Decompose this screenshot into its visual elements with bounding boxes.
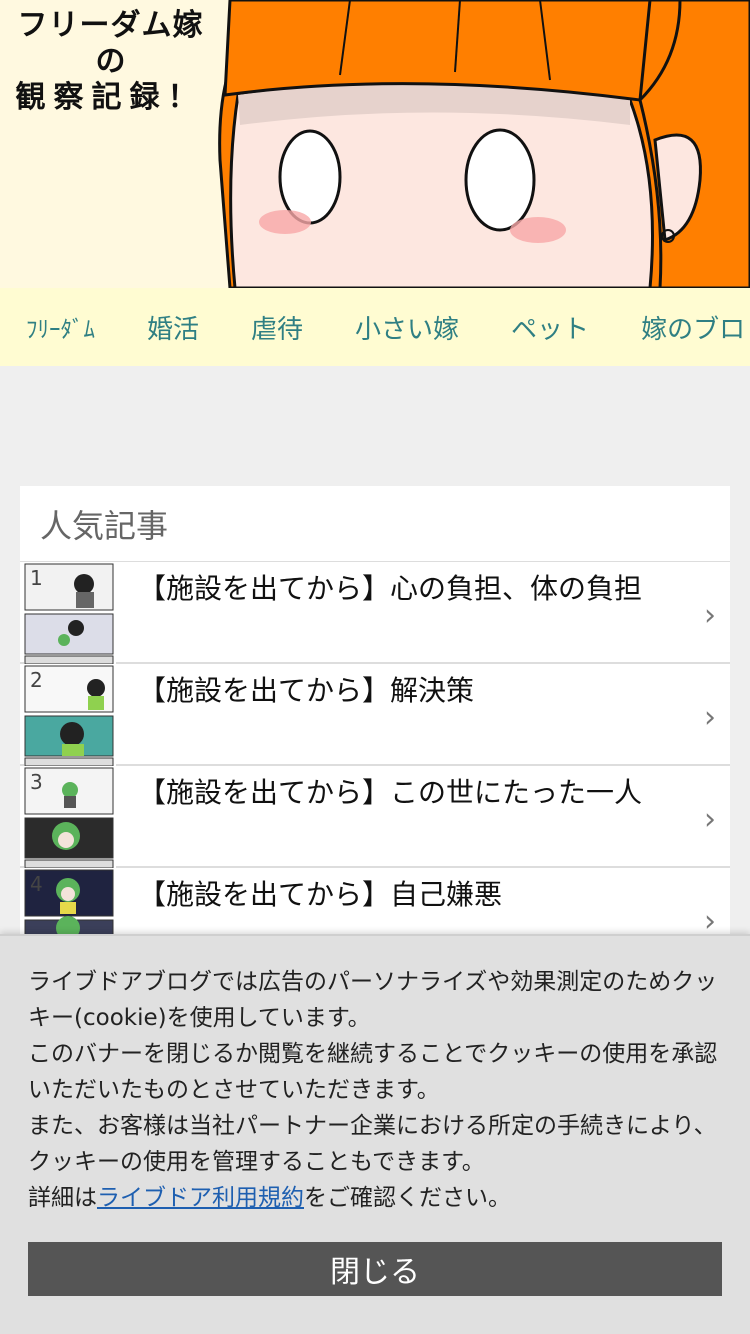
chevron-right-icon: › — [704, 598, 716, 633]
cookie-detail-prefix: 詳細は — [28, 1185, 97, 1211]
blog-title-line2: の — [95, 44, 126, 79]
article-thumbnail: 2 — [24, 664, 116, 766]
blog-header[interactable]: フリーダム嫁 の 観察記録！ — [0, 0, 750, 288]
cookie-message: ライブドアブログでは広告のパーソナライズや効果測定のためクッキー(cookie)… — [28, 964, 728, 1216]
close-button[interactable]: 閉じる — [28, 1242, 722, 1296]
rank-number: 1 — [30, 566, 43, 590]
blog-title-line1: フリーダム嫁 — [17, 8, 204, 43]
rank-number: 2 — [30, 668, 43, 692]
terms-link[interactable]: ライブドア利用規約 — [97, 1185, 304, 1211]
cookie-detail: 詳細はライブドア利用規約をご確認ください。 — [28, 1180, 728, 1216]
article-thumbnail: 3 — [24, 766, 116, 868]
blog-title-line3: 観察記録！ — [15, 80, 206, 115]
nav-item-yome-blog[interactable]: 嫁のブロ — [615, 309, 750, 346]
article-item[interactable]: 2 【施設を出てから】解決策 › — [20, 664, 730, 766]
chevron-right-icon: › — [704, 700, 716, 735]
article-item[interactable]: 1 【施設を出てから】心の負担、体の負担 › — [20, 562, 730, 664]
nav-item-pet[interactable]: ペット — [485, 309, 615, 346]
nav-item-konkatsu[interactable]: 婚活 — [121, 309, 225, 346]
blog-title[interactable]: フリーダム嫁 の 観察記録！ — [8, 8, 213, 116]
nav-item-freedom[interactable]: ﾌﾘｰﾀﾞﾑ — [0, 310, 121, 344]
article-item[interactable]: 3 【施設を出てから】この世にたった一人 › — [20, 766, 730, 868]
cookie-consent-banner: ライブドアブログでは広告のパーソナライズや効果測定のためクッキー(cookie)… — [0, 934, 750, 1334]
cookie-text-line1: ライブドアブログでは広告のパーソナライズや効果測定のためクッキー(cookie)… — [28, 969, 718, 1031]
nav-item-chiisai-yome[interactable]: 小さい嫁 — [329, 309, 485, 346]
article-title: 【施設を出てから】この世にたった一人 — [138, 776, 643, 809]
category-nav: ﾌﾘｰﾀﾞﾑ 婚活 虐待 小さい嫁 ペット 嫁のブロ — [0, 288, 750, 366]
rank-number: 4 — [30, 872, 43, 896]
rank-number: 3 — [30, 770, 43, 794]
cookie-text-line3: また、お客様は当社パートナー企業における所定の手続きにより、クッキーの使用を管理… — [28, 1113, 717, 1175]
mascot-illustration — [218, 0, 750, 288]
article-title: 【施設を出てから】解決策 — [138, 674, 475, 707]
popular-title: 人気記事 — [20, 486, 730, 562]
article-title: 【施設を出てから】心の負担、体の負担 — [138, 572, 643, 605]
nav-item-gyakutai[interactable]: 虐待 — [225, 309, 329, 346]
cookie-detail-suffix: をご確認ください。 — [304, 1185, 511, 1211]
article-thumbnail: 1 — [24, 562, 116, 664]
cookie-text-line2: このバナーを閉じるか閲覧を継続することでクッキーの使用を承認いただいたものとさせ… — [28, 1041, 718, 1103]
chevron-right-icon: › — [704, 802, 716, 837]
article-title: 【施設を出てから】自己嫌悪 — [138, 878, 503, 911]
popular-articles: 人気記事 1 【施設を出てから】心の負担、体の負担 › 2 【施設を出てから】解… — [20, 486, 730, 970]
